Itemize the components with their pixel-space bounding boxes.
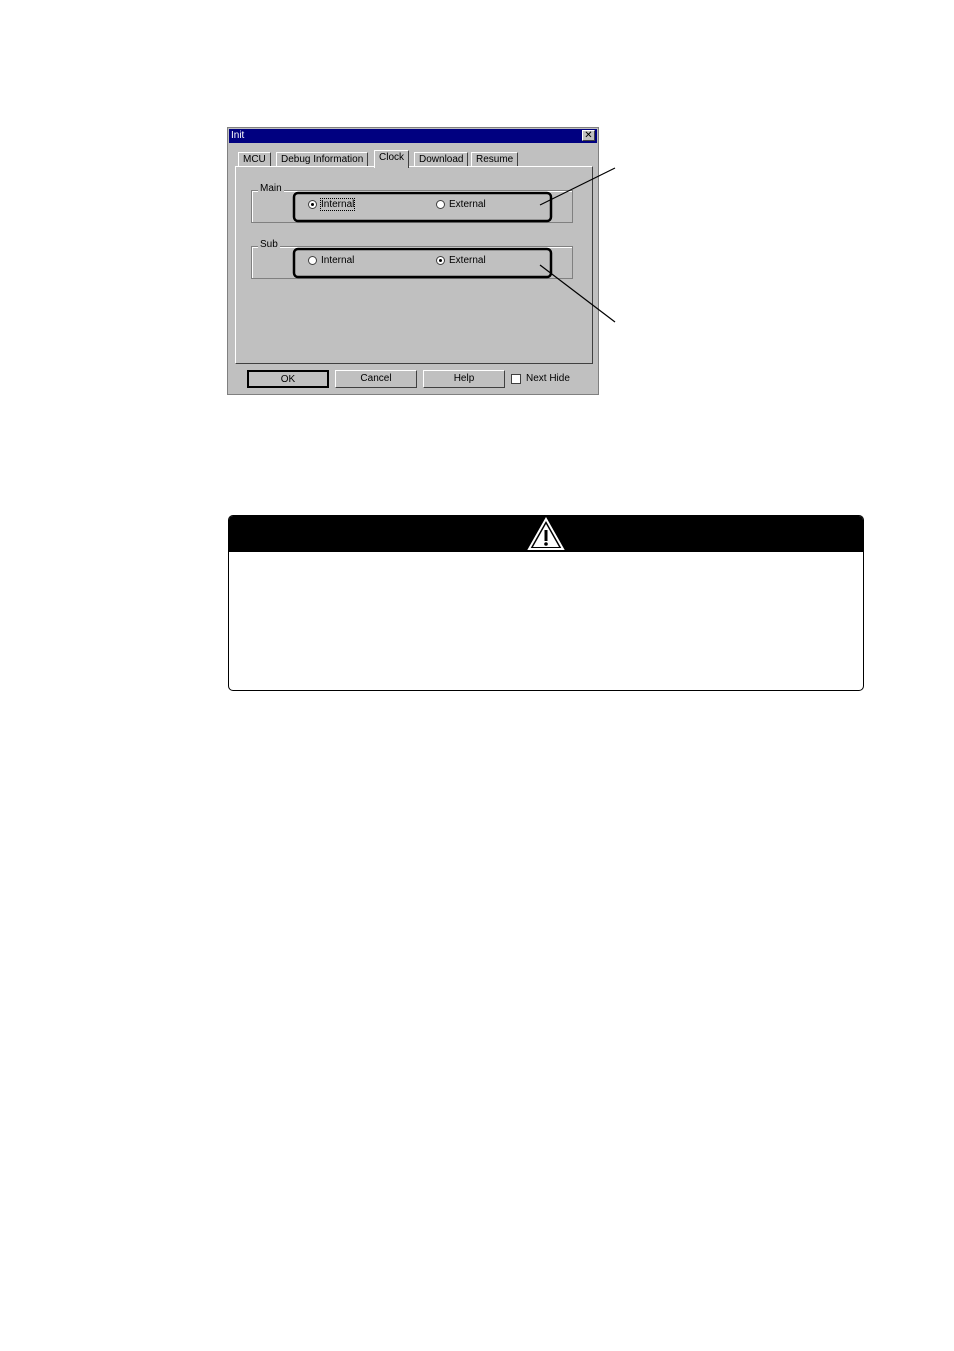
sub-highlight-box: [292, 247, 553, 279]
sub-callout-line: [539, 264, 616, 323]
main-callout-line: [539, 167, 616, 206]
warning-box: [228, 515, 864, 691]
warning-header: [229, 516, 863, 552]
warning-triangle-icon: [527, 517, 565, 550]
tab-clock[interactable]: Clock: [374, 150, 410, 168]
main-highlight-box: [292, 191, 553, 223]
